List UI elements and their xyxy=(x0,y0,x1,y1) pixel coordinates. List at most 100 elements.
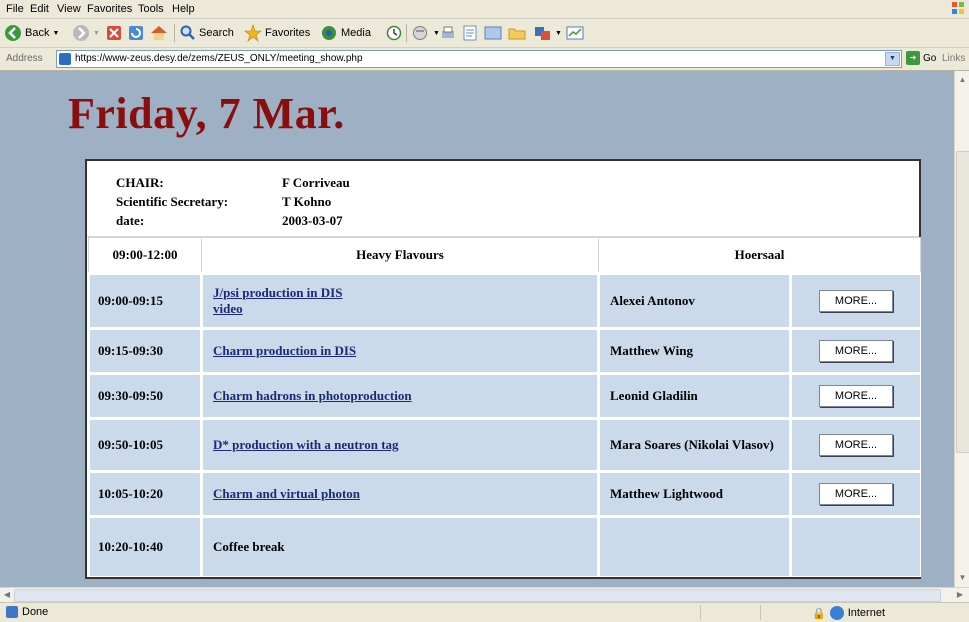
more-button[interactable]: MORE... xyxy=(819,340,893,362)
talk-time: 09:00-09:15 xyxy=(87,272,202,329)
security-zone: 🔒 Internet xyxy=(812,606,886,620)
address-label: Address xyxy=(6,53,43,64)
talk-title-link[interactable]: Charm production in DIS xyxy=(213,343,356,358)
more-cell: MORE... xyxy=(788,470,922,517)
links-button[interactable]: Links xyxy=(942,53,965,64)
date-value: 2003-03-07 xyxy=(282,213,343,228)
print-button[interactable] xyxy=(440,23,456,43)
status-divider xyxy=(700,605,701,620)
more-cell: MORE... xyxy=(788,272,922,329)
talk-row: 09:30-09:50 Charm hadrons in photoproduc… xyxy=(87,372,922,419)
mail-icon xyxy=(413,26,427,40)
more-cell: MORE... xyxy=(788,372,922,419)
chevron-down-icon: ▼ xyxy=(93,29,100,37)
toolbar: Back ▼ ▼ Search Favorites Media ▼ ▼ xyxy=(0,19,969,48)
scroll-up-icon[interactable]: ▲ xyxy=(957,73,968,86)
back-arrow-icon xyxy=(5,25,21,41)
horizontal-scrollbar[interactable]: ◀ ▶ xyxy=(0,587,969,602)
url-text: https://www-zeus.desy.de/zems/ZEUS_ONLY/… xyxy=(75,53,363,64)
more-cell: MORE... xyxy=(788,327,922,374)
extra-button[interactable] xyxy=(566,23,584,43)
go-button[interactable]: ➜ Go xyxy=(906,51,936,65)
talk-title-link[interactable]: D* production with a neutron tag xyxy=(213,437,399,452)
scroll-right-icon[interactable]: ▶ xyxy=(954,588,966,601)
more-button[interactable]: MORE... xyxy=(819,385,893,407)
talk-speaker: Matthew Wing xyxy=(597,327,791,374)
back-button[interactable]: Back ▼ xyxy=(4,23,59,43)
chair-value: F Corriveau xyxy=(282,175,350,190)
page-viewport: Friday, 7 Mar. CHAIR: F Corriveau Scient… xyxy=(0,71,954,587)
day-title: Friday, 7 Mar. xyxy=(68,89,345,138)
home-icon xyxy=(151,26,167,40)
page-done-icon xyxy=(6,606,18,618)
talk-title-cell: Charm hadrons in photoproduction xyxy=(200,372,599,419)
menu-favorites[interactable]: Favorites xyxy=(87,3,132,15)
folder-icon xyxy=(508,28,526,40)
talk-speaker: Alexei Antonov xyxy=(597,272,791,329)
talk-row: 09:00-09:15 J/psi production in DIS vide… xyxy=(87,272,922,329)
talk-row: 09:15-09:30 Charm production in DIS Matt… xyxy=(87,327,922,374)
favorites-button[interactable]: Favorites xyxy=(244,23,310,43)
session-time: 09:00-12:00 xyxy=(88,237,202,274)
refresh-button[interactable] xyxy=(128,23,144,43)
stop-button[interactable] xyxy=(106,23,122,43)
talk-title-link[interactable]: J/psi production in DIS xyxy=(213,285,342,300)
video-link[interactable]: video xyxy=(213,301,243,316)
lock-icon: 🔒 xyxy=(812,607,826,620)
history-button[interactable] xyxy=(386,23,402,43)
scroll-thumb[interactable] xyxy=(14,589,941,602)
more-button[interactable]: MORE... xyxy=(819,434,893,456)
translate-icon xyxy=(535,27,550,40)
more-cell xyxy=(788,515,922,577)
date-label: date: xyxy=(116,213,145,228)
talk-title-link[interactable]: Charm hadrons in photoproduction xyxy=(213,388,412,403)
menu-tools[interactable]: Tools xyxy=(138,3,164,15)
forward-button[interactable]: ▼ xyxy=(72,23,100,43)
talk-row: 10:05-10:20 Charm and virtual photon Mat… xyxy=(87,470,922,517)
discuss-button[interactable] xyxy=(484,23,502,43)
edit-button[interactable] xyxy=(462,23,478,43)
talk-speaker: Mara Soares (Nikolai Vlasov) xyxy=(597,417,791,472)
home-button[interactable] xyxy=(150,23,168,43)
talk-title-cell: Charm production in DIS xyxy=(200,327,599,374)
schedule-table: 09:00-12:00 Heavy Flavours Hoersaal 09:0… xyxy=(87,237,922,577)
break-row: 10:20-10:40 Coffee break xyxy=(87,515,922,577)
session-room: Hoersaal xyxy=(597,237,922,274)
talk-time: 10:20-10:40 xyxy=(87,515,202,577)
scroll-left-icon[interactable]: ◀ xyxy=(1,588,13,601)
menu-help[interactable]: Help xyxy=(172,3,195,15)
search-button[interactable]: Search xyxy=(180,23,234,43)
more-button[interactable]: MORE... xyxy=(819,483,893,505)
chevron-down-icon[interactable]: ▼ xyxy=(885,52,900,66)
talk-time: 09:15-09:30 xyxy=(87,327,202,374)
more-button[interactable]: MORE... xyxy=(819,290,893,312)
session-meta: CHAIR: F Corriveau Scientific Secretary:… xyxy=(87,161,919,237)
scroll-thumb[interactable] xyxy=(956,151,969,453)
scroll-down-icon[interactable]: ▼ xyxy=(957,571,968,584)
break-title: Coffee break xyxy=(200,515,599,577)
windows-logo-icon xyxy=(952,2,964,14)
menu-edit[interactable]: Edit xyxy=(30,3,49,15)
talk-row: 09:50-10:05 D* production with a neutron… xyxy=(87,417,922,472)
talk-speaker: Matthew Lightwood xyxy=(597,470,791,517)
media-button[interactable]: Media xyxy=(320,23,371,43)
page-icon xyxy=(59,53,71,65)
folder-button[interactable] xyxy=(508,23,526,43)
mail-button[interactable]: ▼ xyxy=(412,23,440,43)
address-bar: Address https://www-zeus.desy.de/zems/ZE… xyxy=(0,48,969,71)
menu-view[interactable]: View xyxy=(57,3,81,15)
chevron-down-icon: ▼ xyxy=(52,29,60,37)
talk-title-cell: Charm and virtual photon xyxy=(200,470,599,517)
go-arrow-icon: ➜ xyxy=(906,51,920,65)
secretary-label: Scientific Secretary: xyxy=(116,194,229,209)
talk-title-link[interactable]: Charm and virtual photon xyxy=(213,486,360,501)
vertical-scrollbar[interactable]: ▲ ▼ xyxy=(954,71,969,587)
status-divider xyxy=(760,605,761,620)
menu-file[interactable]: File xyxy=(6,3,24,15)
translate-button[interactable]: ▼ xyxy=(534,23,562,43)
print-icon xyxy=(442,26,454,38)
session-header-row: 09:00-12:00 Heavy Flavours Hoersaal xyxy=(88,237,922,274)
address-input[interactable]: https://www-zeus.desy.de/zems/ZEUS_ONLY/… xyxy=(56,50,902,68)
search-icon xyxy=(180,25,195,40)
media-icon xyxy=(322,26,336,40)
